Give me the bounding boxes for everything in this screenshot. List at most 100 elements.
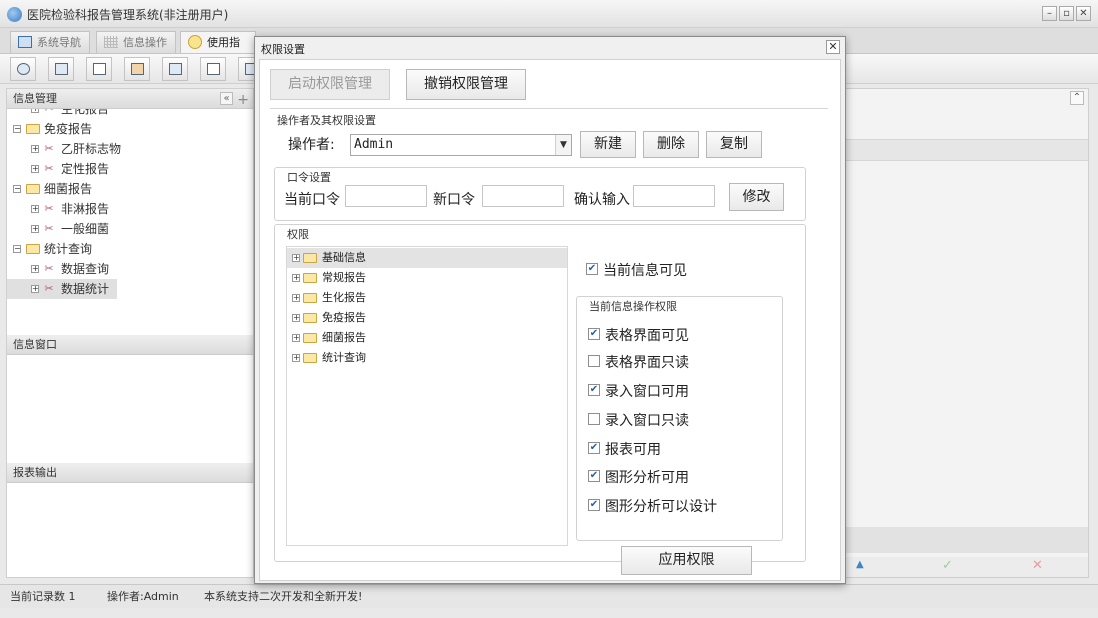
op-checkbox[interactable]: ✔ [588, 442, 600, 454]
add-icon[interactable]: + [237, 90, 249, 110]
expand-icon[interactable]: + [292, 254, 300, 262]
new-password-label: 新口令 [433, 192, 475, 208]
operator-value: Admin [354, 137, 394, 152]
collapse-node-icon[interactable]: − [13, 125, 21, 133]
expand-icon[interactable]: + [31, 265, 39, 273]
tree-item[interactable]: − 免疫报告 [7, 119, 253, 139]
password-group-title: 口令设置 [285, 169, 333, 185]
new-operator-button[interactable]: 新建 [580, 131, 636, 158]
users-icon [131, 63, 144, 75]
document-tool-button[interactable] [86, 57, 112, 81]
folder-icon [26, 124, 40, 134]
section-title: 操作者及其权限设置 [275, 112, 378, 128]
modify-password-button[interactable]: 修改 [729, 183, 784, 211]
delete-operator-button[interactable]: 删除 [643, 131, 699, 158]
revoke-permission-button[interactable]: 撤销权限管理 [406, 69, 526, 100]
tree-item[interactable]: + ✂ 生化报告 [7, 109, 253, 119]
expand-icon[interactable]: + [31, 109, 39, 113]
permission-group-title: 权限 [285, 226, 311, 242]
perm-tree-item[interactable]: + 细菌报告 [287, 328, 567, 348]
folder-icon [303, 293, 317, 303]
perm-tree-item[interactable]: + 生化报告 [287, 288, 567, 308]
expand-icon[interactable]: + [31, 165, 39, 173]
op-checkbox[interactable]: ✔ [588, 499, 600, 511]
folder-icon [303, 253, 317, 263]
copy-operator-button[interactable]: 复制 [706, 131, 762, 158]
expand-icon[interactable]: + [31, 145, 39, 153]
expand-icon[interactable]: + [292, 274, 300, 282]
start-permission-button[interactable]: 启动权限管理 [270, 69, 390, 100]
tab-system-nav[interactable]: 系统导航 [10, 31, 90, 53]
tree-item[interactable]: − 细菌报告 [7, 179, 253, 199]
expand-icon[interactable]: + [31, 205, 39, 213]
tree-label: 细菌报告 [44, 182, 93, 196]
expand-icon[interactable]: + [31, 285, 39, 293]
edit-tool-button[interactable] [200, 57, 226, 81]
visible-checkbox[interactable]: ✔ [586, 263, 598, 275]
apply-permission-button[interactable]: 应用权限 [621, 546, 752, 575]
monitor-tool-button[interactable] [162, 57, 188, 81]
users-tool-button[interactable] [124, 57, 150, 81]
op-checkbox[interactable] [588, 413, 600, 425]
tab-user-guide[interactable]: 使用指南 [180, 31, 256, 53]
minimize-button[interactable]: – [1042, 6, 1057, 21]
tree-item[interactable]: + ✂ 乙肝标志物 [7, 139, 253, 159]
chevron-down-icon[interactable]: ▼ [555, 135, 571, 155]
search-tool-button[interactable] [10, 57, 36, 81]
expand-icon[interactable]: + [292, 294, 300, 302]
op-checkbox-label: 表格界面可见 [605, 328, 689, 344]
perm-tree-item[interactable]: + 基础信息 [287, 248, 567, 268]
perm-tree-item[interactable]: + 统计查询 [287, 348, 567, 368]
tool-icon: ✂ [44, 222, 54, 235]
expand-icon[interactable]: + [31, 225, 39, 233]
close-window-button[interactable]: ✕ [1076, 6, 1091, 21]
op-checkbox[interactable]: ✔ [588, 470, 600, 482]
op-checkbox[interactable]: ✔ [588, 328, 600, 340]
tab-label: 信息操作 [123, 36, 167, 49]
perm-tree-item[interactable]: + 免疫报告 [287, 308, 567, 328]
nav-tree: + ✂ 生化报告 − 免疫报告 + ✂ 乙肝标志物 + ✂ 定性报告 − 细菌报… [7, 109, 253, 309]
operator-status: 操作者:Admin [107, 590, 179, 603]
op-checkbox[interactable] [588, 355, 600, 367]
operator-select[interactable]: Admin ▼ [350, 134, 572, 156]
tree-label: 非淋报告 [61, 202, 110, 216]
perm-tree-item[interactable]: + 常规报告 [287, 268, 567, 288]
collapse-icon[interactable]: « [220, 92, 233, 105]
tree-label: 数据统计 [61, 282, 110, 296]
current-password-input[interactable] [345, 185, 427, 207]
tree-item[interactable]: − 统计查询 [7, 239, 253, 259]
collapse-node-icon[interactable]: − [13, 245, 21, 253]
more-tool-button[interactable] [238, 57, 258, 81]
collapse-up-icon[interactable]: ⌃ [1070, 91, 1084, 105]
op-checkbox[interactable]: ✔ [588, 384, 600, 396]
grid-icon [104, 36, 118, 48]
tree-item-selected[interactable]: + ✂ 数据统计 [7, 279, 117, 299]
info-management-header: 信息管理 « + [7, 89, 253, 109]
operator-label: 操作者: [288, 137, 335, 153]
tree-item[interactable]: + ✂ 定性报告 [7, 159, 253, 179]
dialog-close-button[interactable]: ✕ [826, 40, 840, 54]
cancel-icon[interactable]: ✕ [1032, 558, 1043, 573]
expand-icon[interactable]: + [292, 314, 300, 322]
app-title: 医院检验科报告管理系统(非注册用户) [27, 8, 229, 22]
check-icon[interactable]: ✓ [942, 558, 953, 573]
tree-item[interactable]: + ✂ 非淋报告 [7, 199, 253, 219]
list-tool-button[interactable] [48, 57, 74, 81]
collapse-node-icon[interactable]: − [13, 185, 21, 193]
tree-label: 生化报告 [322, 291, 366, 304]
tab-info-ops[interactable]: 信息操作 [96, 31, 176, 53]
expand-icon[interactable]: + [292, 334, 300, 342]
tool-icon: ✂ [44, 202, 54, 215]
folder-icon [26, 184, 40, 194]
expand-icon[interactable]: + [292, 354, 300, 362]
new-password-input[interactable] [482, 185, 564, 207]
tree-item[interactable]: + ✂ 数据查询 [7, 259, 253, 279]
restore-button[interactable]: ▫ [1059, 6, 1074, 21]
confirm-password-input[interactable] [633, 185, 715, 207]
confirm-password-label: 确认输入 [574, 192, 630, 208]
tree-label: 免疫报告 [322, 311, 366, 324]
up-icon[interactable]: ▲ [856, 559, 864, 570]
folder-icon [303, 313, 317, 323]
folder-icon [303, 353, 317, 363]
tree-item[interactable]: + ✂ 一般细菌 [7, 219, 253, 239]
